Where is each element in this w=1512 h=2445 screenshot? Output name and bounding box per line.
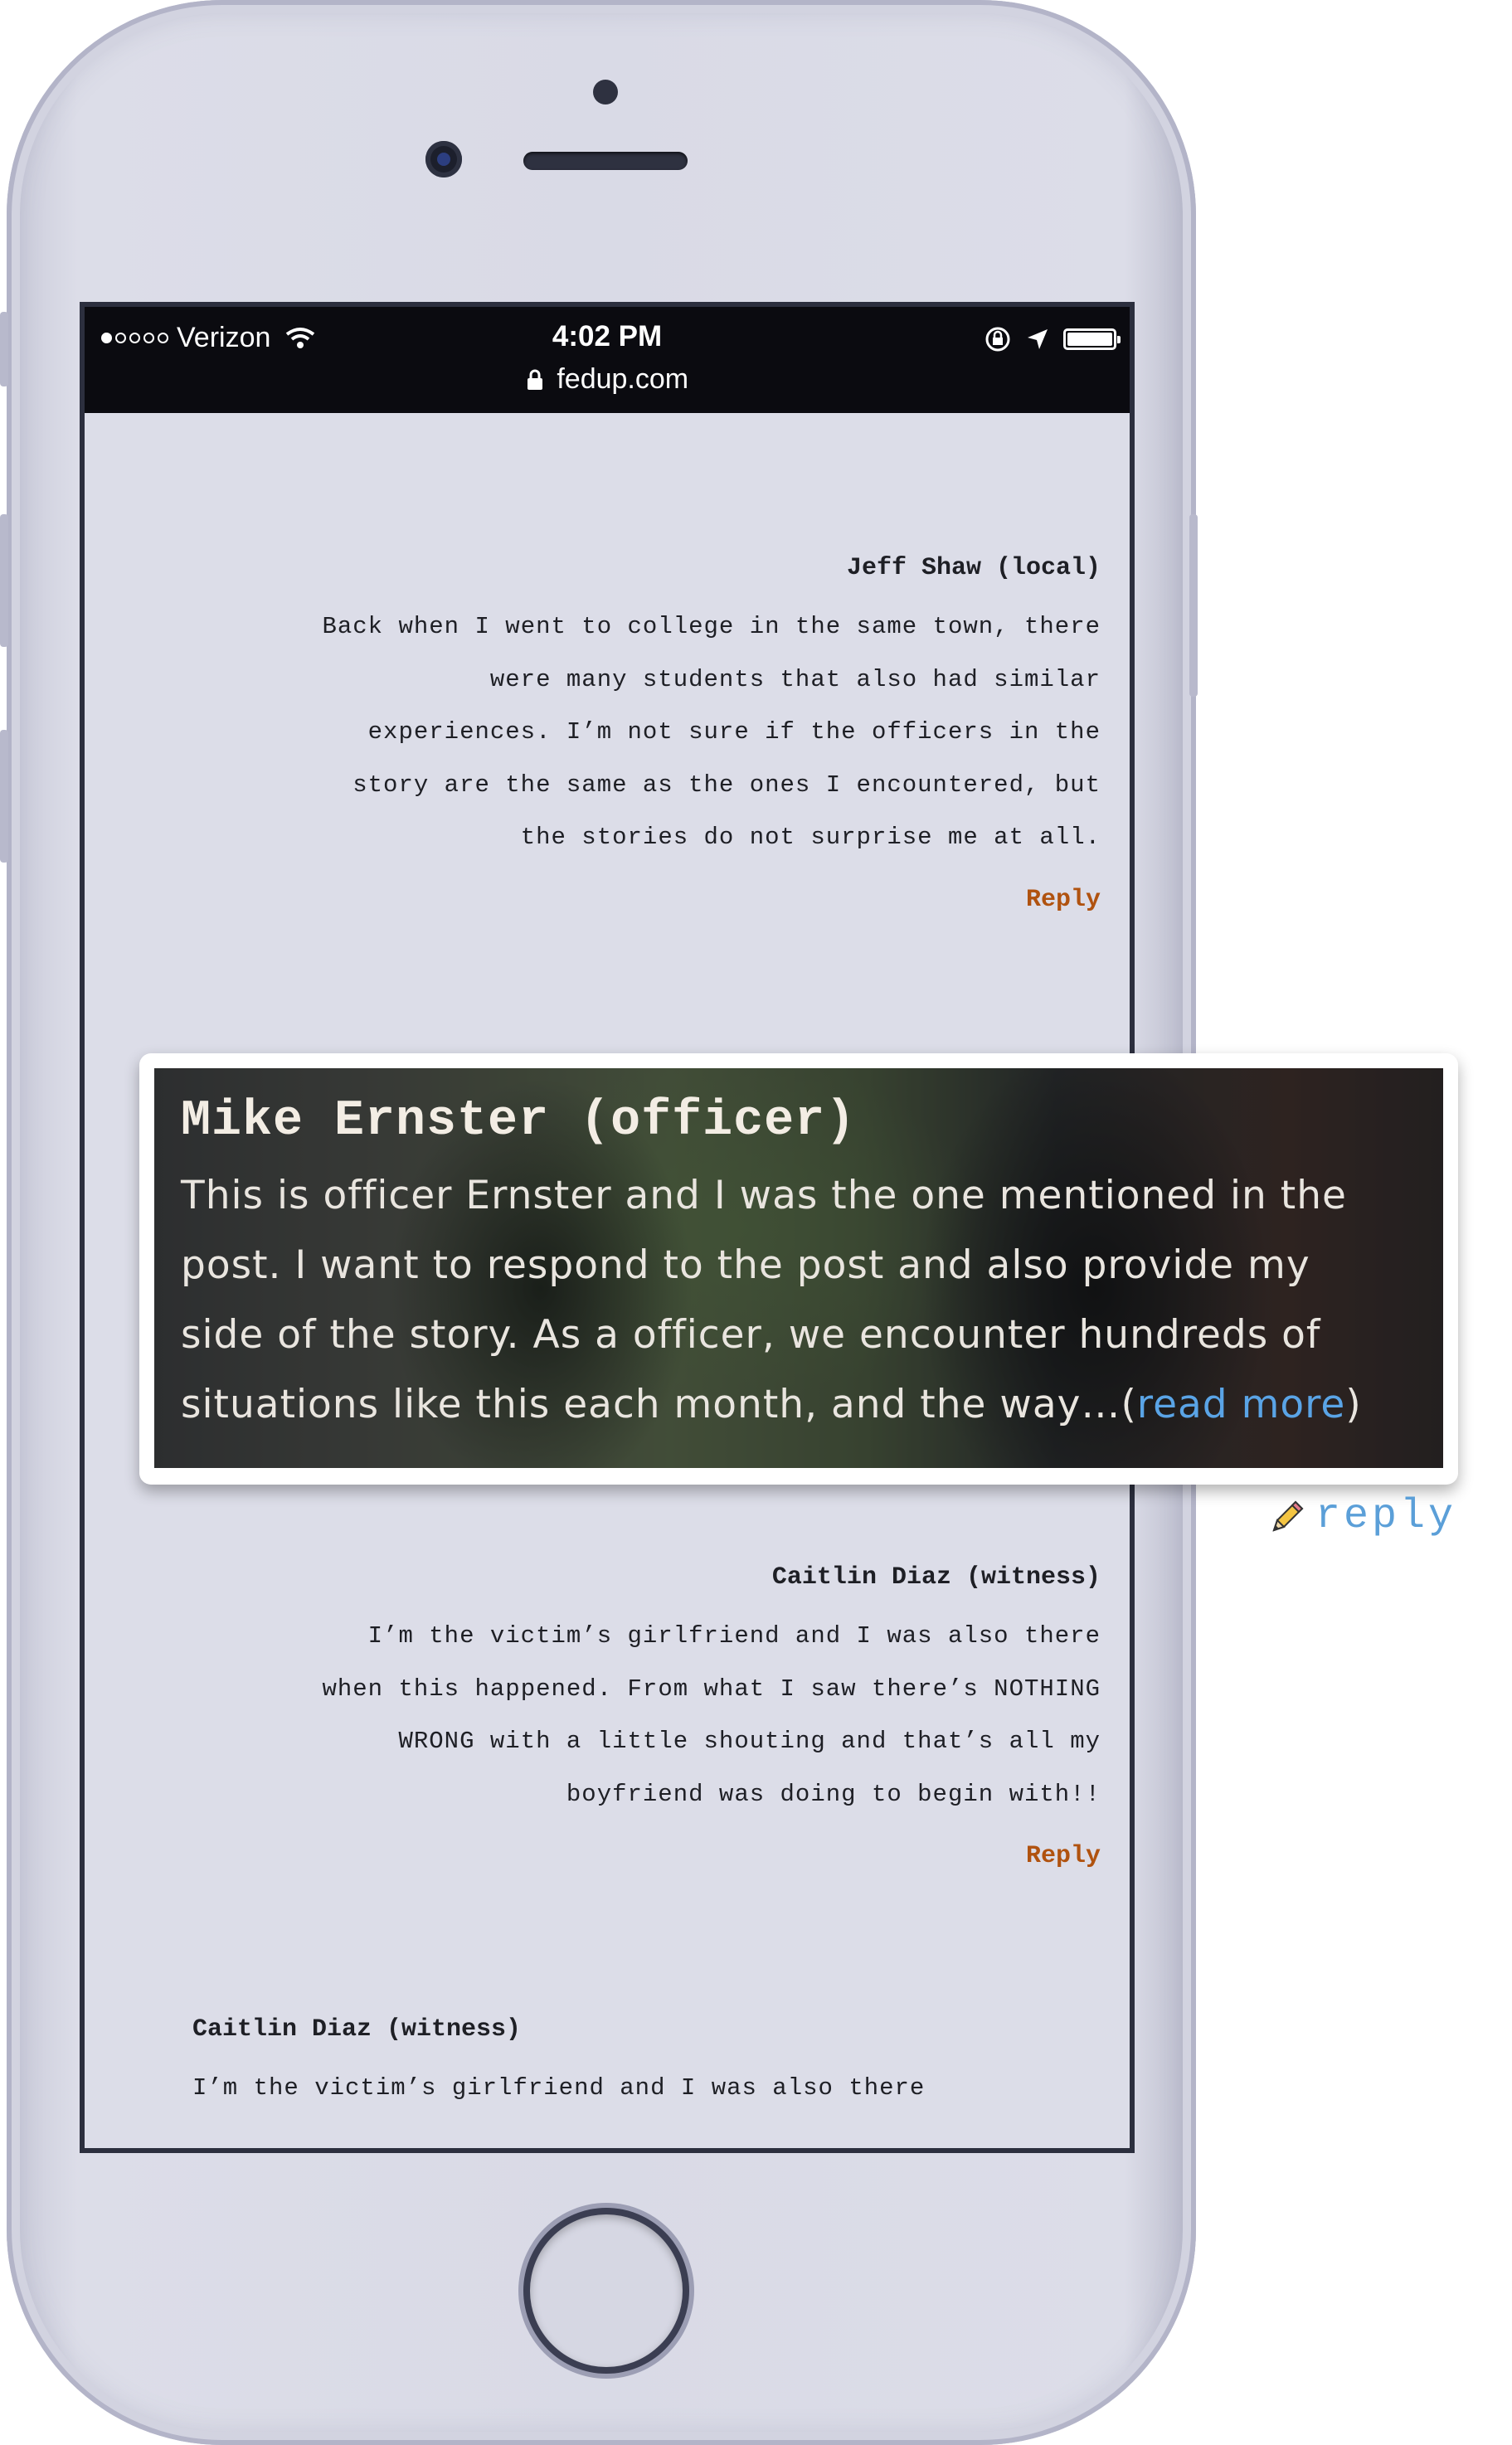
comment-line: WRONG with a little shouting and that’s … bbox=[398, 1728, 1101, 1755]
status-bar: Verizon 4:02 PM fedup.com bbox=[85, 307, 1130, 413]
comment-author: Jeff Shaw (local) bbox=[846, 554, 1101, 582]
home-button[interactable] bbox=[530, 2214, 683, 2367]
card-background-photo: Mike Ernster (officer) This is officer E… bbox=[154, 1068, 1443, 1468]
location-arrow-icon bbox=[1028, 329, 1048, 349]
featured-comment-line: post. I want to respond to the post and … bbox=[181, 1242, 1310, 1288]
volume-up-button bbox=[0, 514, 8, 647]
featured-reply-label: reply bbox=[1315, 1493, 1457, 1540]
featured-comment-card: Mike Ernster (officer) This is officer E… bbox=[139, 1053, 1458, 1485]
comment: Caitlin Diaz (witness) I’m the victim’s … bbox=[192, 2015, 1109, 2115]
read-more-paren-open: ( bbox=[1121, 1382, 1137, 1427]
read-more-link[interactable]: read more bbox=[1137, 1382, 1346, 1427]
mute-switch bbox=[0, 312, 8, 386]
featured-comment-line-text: situations like this each month, and the… bbox=[181, 1382, 1121, 1427]
comment-author: Caitlin Diaz (witness) bbox=[192, 2015, 522, 2044]
volume-down-button bbox=[0, 730, 8, 863]
front-camera bbox=[425, 141, 462, 177]
pencil-icon bbox=[1272, 1500, 1304, 1532]
comment-line: story are the same as the ones I encount… bbox=[352, 770, 1101, 799]
comment-line: Back when I went to college in the same … bbox=[322, 613, 1101, 640]
battery-icon bbox=[1063, 328, 1121, 350]
reply-button[interactable]: Reply bbox=[184, 1842, 1101, 1870]
proximity-sensor bbox=[593, 80, 618, 105]
featured-comment-line: side of the story. As a officer, we enco… bbox=[181, 1312, 1321, 1358]
comment-body: Back when I went to college in the same … bbox=[184, 600, 1101, 864]
featured-comment-author: Mike Ernster (officer) bbox=[181, 1093, 857, 1150]
url-text: fedup.com bbox=[557, 363, 689, 395]
comment-body: I’m the victim’s girlfriend and I was al… bbox=[192, 2062, 1109, 2115]
status-icons bbox=[984, 325, 1121, 353]
reply-button[interactable]: Reply bbox=[184, 886, 1101, 914]
comment-author: Caitlin Diaz (witness) bbox=[771, 1563, 1101, 1592]
comment-line: were many students that also had similar bbox=[489, 665, 1101, 693]
read-more-paren-close: ) bbox=[1345, 1382, 1362, 1427]
comment: Jeff Shaw (local) Back when I went to co… bbox=[184, 554, 1101, 914]
comment: Caitlin Diaz (witness) I’m the victim’s … bbox=[184, 1563, 1101, 1870]
comment-line: experiences. I’m not sure if the officer… bbox=[367, 718, 1101, 746]
clock: 4:02 PM bbox=[552, 320, 663, 352]
comment-line: I’m the victim’s girlfriend and I was al… bbox=[367, 1622, 1101, 1650]
comment-line: boyfriend was doing to begin with!! bbox=[566, 1780, 1101, 1808]
featured-comment-line: This is officer Ernster and I was the on… bbox=[181, 1173, 1347, 1218]
lock-icon bbox=[527, 369, 542, 390]
power-button bbox=[1189, 514, 1198, 697]
comment-line: the stories do not surprise me at all. bbox=[520, 824, 1101, 851]
earpiece-speaker bbox=[523, 152, 688, 170]
featured-comment-body: This is officer Ernster and I was the on… bbox=[181, 1161, 1418, 1440]
featured-comment-content: Mike Ernster (officer) This is officer E… bbox=[154, 1068, 1443, 1440]
featured-reply-button[interactable]: reply bbox=[1267, 1493, 1456, 1540]
featured-comment-line: situations like this each month, and the… bbox=[181, 1370, 1418, 1440]
address-bar[interactable]: fedup.com bbox=[85, 363, 1130, 396]
comment-line: when this happened. From what I saw ther… bbox=[322, 1675, 1101, 1703]
comment-line: I’m the victim’s girlfriend and I was al… bbox=[192, 2074, 926, 2102]
comment-body: I’m the victim’s girlfriend and I was al… bbox=[184, 1610, 1101, 1820]
rotation-lock-icon bbox=[985, 327, 1010, 352]
